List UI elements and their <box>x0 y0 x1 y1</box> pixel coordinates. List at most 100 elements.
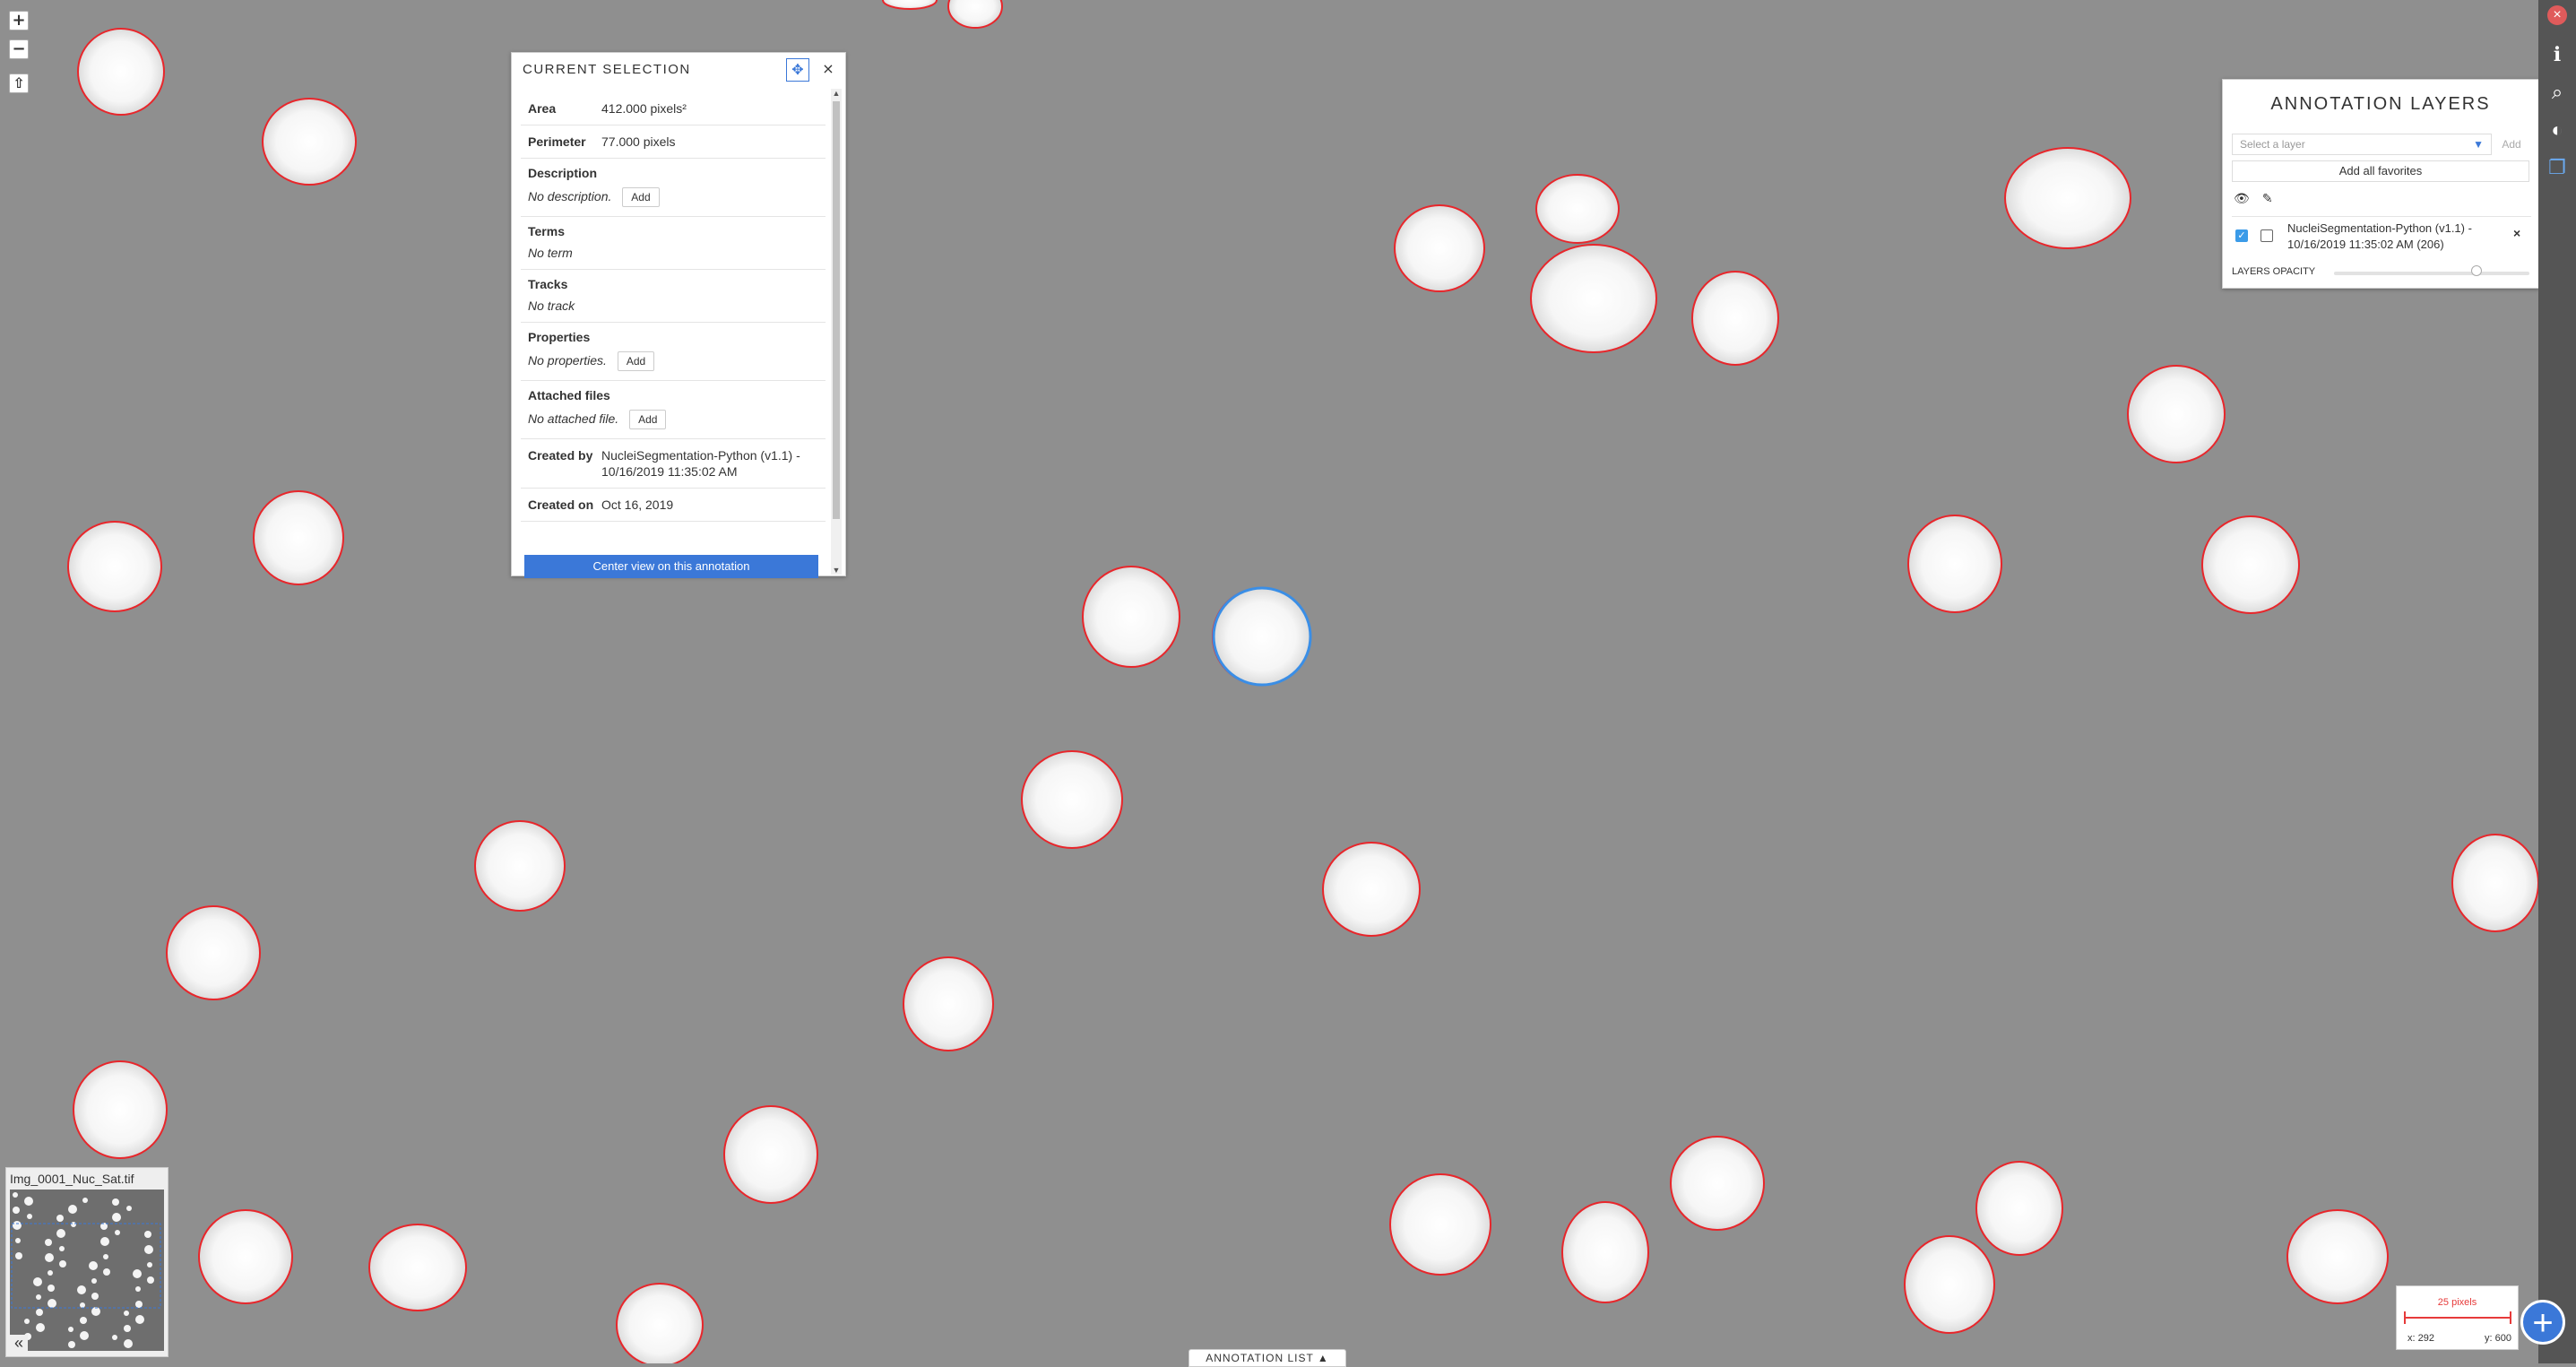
nucleus-annotation[interactable] <box>77 28 165 116</box>
overview-thumbnail[interactable] <box>10 1190 164 1351</box>
info-icon[interactable]: ℹ <box>2538 43 2576 66</box>
tracks-value: No track <box>528 298 575 313</box>
collapse-overview-button[interactable]: « <box>10 1335 28 1353</box>
nucleus-annotation[interactable] <box>882 0 938 10</box>
nucleus-annotation[interactable] <box>1691 271 1779 366</box>
nucleus-annotation[interactable] <box>2004 147 2131 249</box>
attached-files-heading: Attached files <box>528 388 610 402</box>
cursor-x: x: 292 <box>2407 1333 2434 1344</box>
nucleus-annotation[interactable] <box>368 1224 467 1311</box>
nucleus-annotation[interactable] <box>166 905 261 1000</box>
overview-nucleus <box>15 1238 21 1243</box>
scroll-down-icon[interactable]: ▼ <box>832 566 841 575</box>
rotate-button[interactable]: ⇧ <box>9 74 29 93</box>
overview-nucleus <box>56 1215 64 1222</box>
nucleus-annotation[interactable] <box>1389 1173 1491 1276</box>
contrast-icon[interactable]: ◐ <box>2538 118 2576 142</box>
cursor-y: y: 600 <box>2485 1333 2511 1344</box>
terms-section: Terms No term <box>521 217 826 270</box>
close-button[interactable]: × <box>817 58 840 82</box>
overview-nucleus <box>71 1222 76 1227</box>
nucleus-annotation[interactable] <box>1907 515 2002 613</box>
zoom-in-button[interactable]: + <box>9 11 29 30</box>
nucleus-annotation[interactable] <box>1561 1201 1649 1303</box>
selected-nucleus-annotation[interactable] <box>1212 586 1312 687</box>
scroll-up-icon[interactable]: ▲ <box>832 89 841 98</box>
add-description-button[interactable]: Add <box>622 187 660 207</box>
nucleus-annotation[interactable] <box>1975 1161 2063 1256</box>
created-on-value: Oct 16, 2019 <box>601 497 674 512</box>
nucleus-annotation[interactable] <box>2127 365 2226 463</box>
panel-scrollbar[interactable]: ▲ ▼ <box>831 89 842 575</box>
overview-map[interactable]: Img_0001_Nuc_Sat.tif « <box>5 1167 169 1357</box>
search-icon[interactable]: ⌕ <box>2538 81 2576 104</box>
overview-nucleus <box>89 1261 98 1270</box>
nucleus-annotation[interactable] <box>903 956 994 1051</box>
nucleus-annotation[interactable] <box>1082 566 1180 668</box>
overview-nucleus <box>133 1269 142 1278</box>
nucleus-annotation[interactable] <box>474 820 566 912</box>
nucleus-annotation[interactable] <box>198 1209 293 1304</box>
overview-nucleus <box>103 1254 108 1259</box>
nucleus-annotation[interactable] <box>1670 1136 1765 1231</box>
overview-nucleus <box>124 1311 129 1316</box>
remove-layer-button[interactable]: × <box>2513 226 2520 240</box>
scrollbar-thumb[interactable] <box>833 101 840 519</box>
overview-nucleus <box>15 1252 22 1259</box>
add-layer-button[interactable]: Add <box>2494 134 2529 155</box>
nucleus-annotation[interactable] <box>947 0 1003 29</box>
nucleus-annotation[interactable] <box>2451 834 2539 932</box>
add-file-button[interactable]: Add <box>629 410 667 429</box>
annotation-list-tab[interactable]: ANNOTATION LIST ▲ <box>1189 1349 1346 1367</box>
add-all-favorites-button[interactable]: Add all favorites <box>2232 160 2529 182</box>
opacity-slider-handle[interactable] <box>2471 265 2482 276</box>
add-annotation-button[interactable]: + <box>2520 1300 2565 1345</box>
nucleus-annotation[interactable] <box>1904 1235 1995 1334</box>
layer-edit-checkbox[interactable] <box>2260 229 2273 242</box>
layers-title: ANNOTATION LAYERS <box>2270 94 2491 114</box>
nucleus-annotation[interactable] <box>1394 204 1485 292</box>
copy-icon[interactable]: ❐ <box>2538 156 2576 179</box>
terms-value: No term <box>528 246 573 260</box>
overview-nucleus <box>135 1286 141 1292</box>
nucleus-annotation[interactable] <box>73 1060 168 1159</box>
nucleus-annotation[interactable] <box>2286 1209 2389 1304</box>
nucleus-annotation[interactable] <box>2201 515 2300 614</box>
overview-nucleus <box>68 1205 77 1214</box>
nucleus-annotation[interactable] <box>1530 244 1657 353</box>
overview-nucleus <box>135 1301 143 1308</box>
center-view-button[interactable]: Center view on this annotation <box>524 555 818 578</box>
overview-nucleus <box>48 1285 55 1292</box>
nuclei-canvas[interactable] <box>0 0 2576 1363</box>
overview-nucleus <box>147 1276 154 1284</box>
layer-visible-checkbox[interactable]: ✓ <box>2235 229 2248 242</box>
close-icon[interactable]: × <box>2547 5 2567 25</box>
overview-viewport[interactable] <box>11 1223 161 1309</box>
overview-nucleus <box>48 1299 56 1308</box>
image-viewer[interactable] <box>0 0 2576 1363</box>
overview-nucleus <box>24 1197 33 1206</box>
nucleus-annotation[interactable] <box>616 1283 704 1363</box>
add-property-button[interactable]: Add <box>617 351 655 371</box>
layers-opacity-slider[interactable] <box>2334 272 2529 275</box>
overview-nucleus <box>91 1293 99 1300</box>
zoom-out-button[interactable]: − <box>9 39 29 59</box>
created-on-row: Created on Oct 16, 2019 <box>521 489 826 522</box>
properties-heading: Properties <box>528 330 591 344</box>
nucleus-annotation[interactable] <box>67 521 162 612</box>
tracks-section: Tracks No track <box>521 270 826 323</box>
nucleus-annotation[interactable] <box>253 490 344 585</box>
description-value: No description. <box>528 189 612 203</box>
nucleus-annotation[interactable] <box>723 1105 818 1204</box>
area-value: 412.000 pixels² <box>601 101 687 116</box>
move-icon[interactable]: ✥ <box>786 58 809 82</box>
nucleus-annotation[interactable] <box>1021 750 1123 849</box>
nucleus-annotation[interactable] <box>1535 174 1620 244</box>
layer-select[interactable]: Select a layer ▼ <box>2232 134 2492 155</box>
nucleus-annotation[interactable] <box>1322 842 1421 937</box>
overview-nucleus <box>13 1207 20 1214</box>
overview-nucleus <box>147 1262 152 1268</box>
nucleus-annotation[interactable] <box>262 98 357 186</box>
overview-nucleus <box>33 1277 42 1286</box>
overview-nucleus <box>13 1192 18 1198</box>
